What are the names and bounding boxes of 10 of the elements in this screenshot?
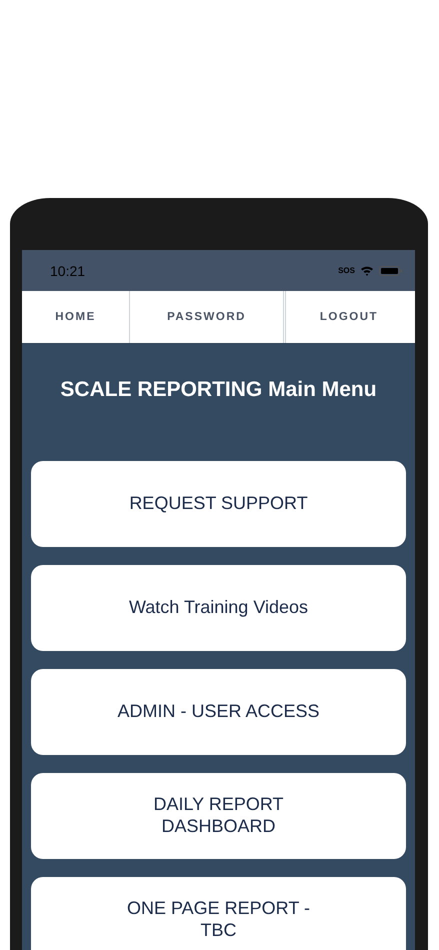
- wifi-icon: [360, 265, 374, 276]
- menu-button[interactable]: REQUEST SUPPORT: [31, 461, 406, 547]
- menu-button[interactable]: Watch Training Videos: [31, 565, 406, 651]
- sos-indicator: SOS: [338, 266, 355, 275]
- status-time: 10:21: [50, 262, 86, 278]
- menu-button[interactable]: ADMIN - USER ACCESS: [31, 669, 406, 755]
- battery-icon: [379, 266, 403, 276]
- menu-button[interactable]: ONE PAGE REPORT - TBC: [31, 877, 406, 950]
- menu-title: SCALE REPORTING Main Menu: [60, 378, 377, 402]
- menu-button[interactable]: DAILY REPORT DASHBOARD: [31, 773, 406, 859]
